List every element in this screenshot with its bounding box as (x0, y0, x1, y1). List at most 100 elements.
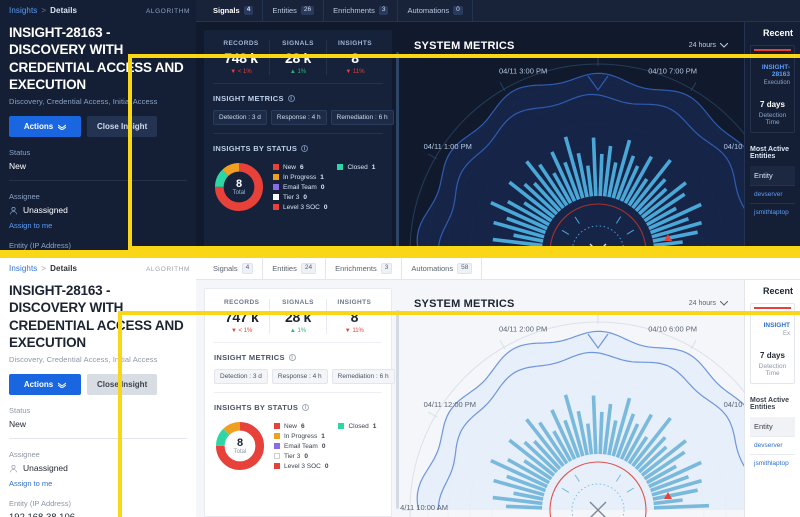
kpi-insights-label: INSIGHTS (338, 40, 372, 47)
kpi-signals-delta: ▲ 1% (289, 328, 307, 334)
legend-item: Tier 30 (274, 453, 328, 460)
rail-insight-tactic: Execution (763, 80, 790, 86)
breadcrumb-details: Details (50, 6, 78, 15)
table-row[interactable]: jsmithlaptop (750, 203, 795, 221)
rail-insight-card[interactable]: INSIGHT-28163 Execution 7 days Detection… (750, 45, 795, 133)
tab-enrichments[interactable]: Enrichments 3 (326, 258, 403, 279)
highlight-band-top (0, 250, 800, 258)
legend-item: New 6 (273, 164, 327, 171)
kpi-records-label: RECORDS (224, 299, 260, 306)
tab-entities-count: 26 (300, 6, 315, 15)
kpi-signals-value: 28 k (284, 50, 312, 66)
svg-text:04/11 2:00 PM: 04/11 2:00 PM (499, 325, 547, 334)
page-title: INSIGHT-28163 - DISCOVERY WITH CREDENTIA… (9, 283, 184, 350)
most-active-entities-heading: Most Active Entities (750, 397, 790, 411)
tab-signals-label: Signals (213, 264, 238, 273)
tab-automations[interactable]: Automations 58 (402, 258, 483, 279)
screenshot-stage: Insights > Details INSIGHT-28163 - DISCO… (0, 0, 800, 517)
info-icon[interactable]: i (301, 145, 309, 152)
divider (9, 180, 187, 182)
tab-automations[interactable]: Automations 0 (398, 0, 473, 21)
chevron-down-icon (720, 43, 728, 48)
kpi-records-value: 747 k (224, 309, 259, 325)
app-panel-light: Insights > Details INSIGHT-28163 - DISCO… (0, 258, 800, 517)
entity-label: Entity (IP Address) (9, 499, 71, 509)
svg-text:04/11 12:00 PM: 04/11 12:00 PM (424, 400, 476, 409)
actions-button[interactable]: Actions (9, 116, 81, 138)
assignee-row: Unassigned (9, 205, 187, 215)
actions-button[interactable]: Actions (9, 374, 81, 396)
legend-item: Closed 1 (338, 423, 376, 430)
tab-entities[interactable]: Entities 26 (263, 0, 325, 21)
legend-item: New 6 (274, 423, 328, 430)
tab-enrichments[interactable]: Enrichments 3 (324, 0, 399, 21)
svg-text:04/10 7:00 PM: 04/10 7:00 PM (648, 67, 697, 76)
chip-response: Response : 4 h (271, 369, 328, 384)
assign-to-me-link[interactable]: Assign to me (9, 221, 187, 230)
status-value: New (9, 419, 27, 430)
system-metrics-chart: SYSTEM METRICS 24 hours 04/11 10:00 AM 04… (400, 288, 796, 517)
status-donut-chart: 8 Total (214, 420, 266, 472)
kpi-records-delta: ▼ < 1% (230, 328, 253, 334)
close-insight-button[interactable]: Close Insight (87, 374, 158, 396)
rail-days-value: 7 days (760, 100, 785, 109)
scrollbar[interactable] (396, 310, 399, 509)
page-title: INSIGHT-28163 - DISCOVERY WITH CREDENTIA… (9, 25, 184, 92)
info-icon[interactable]: i (302, 404, 310, 411)
rail-insight-code: INSIGHT-28163 (761, 64, 790, 78)
divider (214, 392, 382, 393)
insight-detail-sidebar: Insights > Details INSIGHT-28163 - DISCO… (0, 0, 196, 258)
table-row[interactable]: devserver (750, 436, 795, 454)
assign-to-me-link[interactable]: Assign to me (9, 479, 187, 488)
tab-automations-label: Automations (407, 6, 450, 15)
tab-bar: Signals 4 Entities 24 Enrichments 3 Auto… (196, 258, 800, 280)
breadcrumb-insights[interactable]: Insights (9, 6, 37, 15)
chip-remediation: Remediation : 6 h (331, 369, 395, 384)
kpi-signals-delta: ▲ 1% (289, 69, 307, 75)
scrollbar[interactable] (396, 52, 399, 250)
kpi-signals: SIGNALS 28 k ▲ 1% (269, 299, 325, 334)
kpi-signals-label: SIGNALS (282, 299, 314, 306)
tab-signals-count: 4 (241, 263, 254, 274)
tab-signals[interactable]: Signals 4 (204, 0, 264, 21)
svg-text:04/11 3:00 PM: 04/11 3:00 PM (499, 67, 547, 76)
kpi-insights-value: 8 (351, 50, 359, 66)
breadcrumb-insights[interactable]: Insights (9, 264, 37, 273)
app-panel-dark: Insights > Details INSIGHT-28163 - DISCO… (0, 0, 800, 258)
insight-tactics: Discovery, Credential Access, Initial Ac… (9, 355, 158, 365)
metric-chip-row: Detection : 3 d Response : 4 h Remediati… (213, 110, 394, 125)
tab-automations-count: 0 (453, 6, 463, 15)
donut-center: 8 Total (214, 420, 266, 472)
rail-detection-label: Detection Time (758, 112, 787, 126)
status-label: Status (9, 406, 31, 416)
kpi-records-value: 748 k (224, 50, 258, 66)
svg-text:04/10 6:00 PM: 04/10 6:00 PM (648, 325, 697, 334)
chart-title: SYSTEM METRICS (414, 298, 515, 310)
time-range-selector[interactable]: 24 hours (689, 42, 728, 49)
info-icon[interactable]: i (287, 95, 295, 102)
legend-swatch (273, 184, 279, 190)
main-content: RECORDS 747 k ▼ < 1% SIGNALS 28 k ▲ 1% I… (196, 280, 800, 517)
table-row[interactable]: jsmithlaptop (750, 454, 795, 472)
main-content: RECORDS 748 k ▼ < 1% SIGNALS 28 k ▲ 1% I… (196, 22, 800, 258)
legend-item: Level 3 SOC 0 (274, 463, 328, 470)
close-insight-button[interactable]: Close Insight (87, 116, 158, 138)
radial-plot: 04/11 10:00 AM 04/11 12:00 PM 04/11 2:00 P… (400, 312, 796, 517)
action-button-row: Actions Close Insight (9, 374, 187, 396)
info-icon[interactable]: i (288, 354, 296, 361)
tab-signals[interactable]: Signals 4 (204, 258, 264, 279)
tab-entities[interactable]: Entities 24 (263, 258, 327, 279)
rail-insight-card[interactable]: INSIGHT Ex 7 days Detection Time (750, 303, 795, 384)
kpi-records-delta: ▼ < 1% (230, 69, 252, 75)
insight-detail-sidebar: Insights > Details INSIGHT-28163 - DISCO… (0, 258, 196, 517)
table-row[interactable]: devserver (750, 185, 795, 203)
insight-metrics-heading: INSIGHT METRICS i (213, 94, 383, 103)
chevron-down-icon (58, 382, 67, 388)
time-range-selector[interactable]: 24 hours (689, 300, 728, 307)
actions-label: Actions (23, 380, 54, 390)
chip-response: Response : 4 h (270, 110, 327, 125)
kpi-records: RECORDS 747 k ▼ < 1% (214, 299, 269, 334)
time-range-label: 24 hours (688, 300, 716, 307)
divider (213, 133, 383, 134)
entity-table: Entity devserver jsmithlaptop (750, 417, 795, 472)
